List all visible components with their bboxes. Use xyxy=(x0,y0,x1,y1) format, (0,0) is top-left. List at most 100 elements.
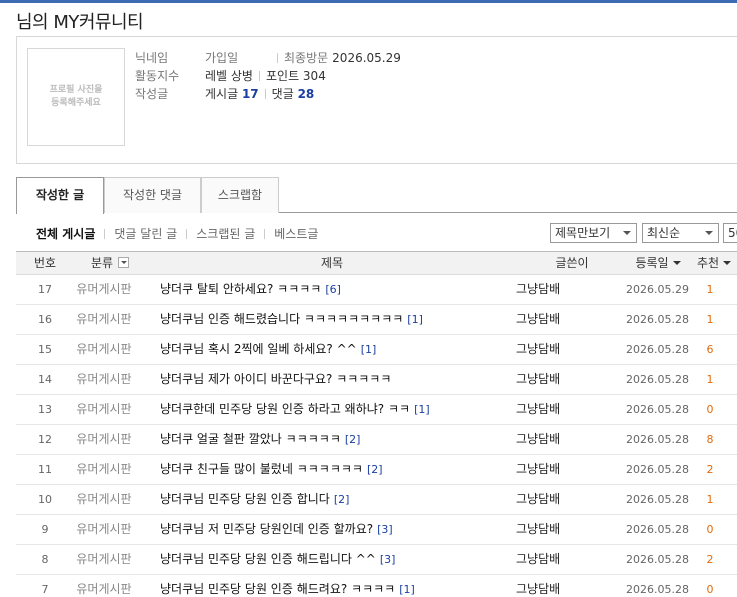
post-category[interactable]: 유머게시판 xyxy=(68,275,140,304)
post-title-link[interactable]: 냥더쿠한데 민주당 당원 인증 하라고 왜하냐? ㅋㅋ xyxy=(160,402,410,416)
comment-count[interactable]: [1] xyxy=(407,313,423,326)
post-author[interactable]: 그냥담배 xyxy=(516,545,560,574)
post-category[interactable]: 유머게시판 xyxy=(68,425,140,454)
header-date[interactable]: 등록일 xyxy=(628,252,688,275)
post-title-cell: 냥더쿠님 저 민주당 당원인데 인증 할까요? [3] xyxy=(160,515,393,544)
post-category[interactable]: 유머게시판 xyxy=(68,395,140,424)
post-author[interactable]: 그냥담배 xyxy=(516,575,560,597)
comments-text: 댓글 xyxy=(271,87,294,101)
last-visit-value: 2026.05.29 xyxy=(332,51,401,65)
divider xyxy=(186,229,188,239)
post-number: 14 xyxy=(38,373,52,386)
filter-all-posts[interactable]: 전체 게시글 xyxy=(36,227,95,241)
post-category[interactable]: 유머게시판 xyxy=(68,545,140,574)
comment-count[interactable]: [6] xyxy=(325,283,341,296)
level-text: 레벨 상병 xyxy=(205,69,253,83)
post-category[interactable]: 유머게시판 xyxy=(68,335,140,364)
post-title-link[interactable]: 냥더쿠님 혹시 2찍에 일베 하세요? ^^ xyxy=(160,342,357,356)
post-title-cell: 냥더쿠님 민주당 당원 인증 해드립니다 ^^ [3] xyxy=(160,545,395,574)
filter-best-posts[interactable]: 베스트글 xyxy=(274,227,318,241)
comment-count[interactable]: [2] xyxy=(367,463,383,476)
post-title-cell: 냥더쿠님 제가 아이디 바꾼다구요? ㅋㅋㅋㅋㅋ xyxy=(160,365,391,394)
table-row: 7 유머게시판 냥더쿠님 민주당 당원 인증 해드려요? ㅋㅋㅋㅋ [1] 그냥담배 20… xyxy=(16,575,737,597)
filter-commented-posts[interactable]: 댓글 달린 글 xyxy=(114,227,177,241)
last-visit: 최종방문 2026.05.29 xyxy=(277,49,401,67)
page-size-select[interactable]: 50 xyxy=(723,223,737,243)
tab-written-posts[interactable]: 작성한 글 xyxy=(16,177,104,214)
post-title-link[interactable]: 냥더쿠님 인증 해드렸습니다 ㅋㅋㅋㅋㅋㅋㅋㅋㅋ xyxy=(160,312,403,326)
post-title-link[interactable]: 냥더쿠님 민주당 당원 인증 해드립니다 ^^ xyxy=(160,552,376,566)
comment-count[interactable]: [1] xyxy=(414,403,430,416)
divider xyxy=(264,229,266,239)
header-rec[interactable]: 추천 xyxy=(694,252,734,275)
post-title-cell: 냥더쿠 얼굴 철판 깔았나 ㅋㅋㅋㅋㅋ [2] xyxy=(160,425,360,454)
page-size-value: 50 xyxy=(728,226,737,240)
post-category[interactable]: 유머게시판 xyxy=(68,515,140,544)
comment-count[interactable]: [3] xyxy=(377,523,393,536)
post-author[interactable]: 그냥담배 xyxy=(516,335,560,364)
table-row: 15 유머게시판 냥더쿠님 혹시 2찍에 일베 하세요? ^^ [1] 그냥담배 2026… xyxy=(16,335,737,365)
post-recommend-count: 1 xyxy=(706,493,714,506)
post-title-link[interactable]: 냥더쿠 친구들 많이 불렀네 ㅋㅋㅋㅋㅋㅋ xyxy=(160,462,363,476)
table-row: 8 유머게시판 냥더쿠님 민주당 당원 인증 해드립니다 ^^ [3] 그냥담배 2026… xyxy=(16,545,737,575)
post-title-cell: 냥더쿠님 민주당 당원 인증 합니다 [2] xyxy=(160,485,349,514)
tab-bar: 작성한 글 작성한 댓글 스크랩함 xyxy=(16,177,737,214)
post-author[interactable]: 그냥담배 xyxy=(516,305,560,334)
comment-count[interactable]: [2] xyxy=(334,493,350,506)
post-date: 2026.05.28 xyxy=(626,523,689,536)
dropdown-filter-icon[interactable] xyxy=(118,257,130,268)
comment-count[interactable]: [1] xyxy=(361,343,377,356)
activity-values: 레벨 상병 포인트 304 xyxy=(205,67,326,85)
post-title-link[interactable]: 냥더쿠님 민주당 당원 인증 합니다 xyxy=(160,492,330,506)
header-category-label: 분류 xyxy=(90,256,114,270)
table-row: 12 유머게시판 냥더쿠 얼굴 철판 깔았나 ㅋㅋㅋㅋㅋ [2] 그냥담배 2026.05… xyxy=(16,425,737,455)
post-author[interactable]: 그냥담배 xyxy=(516,485,560,514)
filter-scrapped-posts[interactable]: 스크랩된 글 xyxy=(196,227,255,241)
post-category[interactable]: 유머게시판 xyxy=(68,305,140,334)
post-author[interactable]: 그냥담배 xyxy=(516,515,560,544)
sort-down-icon xyxy=(672,261,681,265)
post-category[interactable]: 유머게시판 xyxy=(68,485,140,514)
post-author[interactable]: 그냥담배 xyxy=(516,425,560,454)
post-category[interactable]: 유머게시판 xyxy=(68,365,140,394)
posts-count[interactable]: 17 xyxy=(242,87,259,101)
post-author[interactable]: 그냥담배 xyxy=(516,365,560,394)
post-title-cell: 냥더쿠님 인증 해드렸습니다 ㅋㅋㅋㅋㅋㅋㅋㅋㅋ [1] xyxy=(160,305,423,334)
last-visit-label: 최종방문 xyxy=(284,51,329,65)
chevron-down-icon xyxy=(623,231,631,235)
post-number: 13 xyxy=(38,403,52,416)
post-title-cell: 냥더쿠님 민주당 당원 인증 해드려요? ㅋㅋㅋㅋ [1] xyxy=(160,575,415,597)
post-title-link[interactable]: 냥더쿠님 저 민주당 당원인데 인증 할까요? xyxy=(160,522,373,536)
sort-down-icon xyxy=(723,261,732,265)
post-author[interactable]: 그냥담배 xyxy=(516,395,560,424)
chevron-down-icon xyxy=(705,231,713,235)
post-author[interactable]: 그냥담배 xyxy=(516,275,560,304)
tab-scraps[interactable]: 스크랩함 xyxy=(201,177,279,213)
post-category[interactable]: 유머게시판 xyxy=(68,575,140,597)
tab-written-comments[interactable]: 작성한 댓글 xyxy=(104,177,201,213)
sort-select[interactable]: 최신순 xyxy=(642,223,719,243)
table-row: 13 유머게시판 냥더쿠한데 민주당 당원 인증 하라고 왜하냐? ㅋㅋ [1] 그냥담… xyxy=(16,395,737,425)
header-title: 제목 xyxy=(320,256,344,270)
post-title-link[interactable]: 냥더쿠님 민주당 당원 인증 해드려요? ㅋㅋㅋㅋ xyxy=(160,582,395,596)
header-category[interactable]: 분류 xyxy=(74,252,146,275)
post-date: 2026.05.29 xyxy=(626,283,689,296)
post-author[interactable]: 그냥담배 xyxy=(516,455,560,484)
header-author: 글쓴이 xyxy=(555,256,589,270)
view-mode-select[interactable]: 제목만보기 xyxy=(550,223,637,243)
table-body: 17 유머게시판 냥더쿠 탈퇴 안하세요? ㅋㅋㅋㅋ [6] 그냥담배 2026.05.2… xyxy=(16,275,737,597)
post-date: 2026.05.28 xyxy=(626,343,689,356)
post-title-link[interactable]: 냥더쿠님 제가 아이디 바꾼다구요? ㅋㅋㅋㅋㅋ xyxy=(160,372,391,386)
profile-photo-placeholder[interactable]: 프로필 사진을 등록해주세요 xyxy=(27,48,125,146)
comments-count[interactable]: 28 xyxy=(298,87,315,101)
post-category[interactable]: 유머게시판 xyxy=(68,455,140,484)
post-title-link[interactable]: 냥더쿠 얼굴 철판 깔았나 ㅋㅋㅋㅋㅋ xyxy=(160,432,341,446)
posts-text: 게시글 xyxy=(205,87,239,101)
comment-count[interactable]: [2] xyxy=(345,433,361,446)
post-title-link[interactable]: 냥더쿠 탈퇴 안하세요? ㅋㅋㅋㅋ xyxy=(160,282,321,296)
post-title-cell: 냥더쿠님 혹시 2찍에 일베 하세요? ^^ [1] xyxy=(160,335,376,364)
comment-count[interactable]: [1] xyxy=(399,583,415,596)
post-date: 2026.05.28 xyxy=(626,403,689,416)
post-recommend-count: 0 xyxy=(706,583,714,596)
comment-count[interactable]: [3] xyxy=(380,553,396,566)
